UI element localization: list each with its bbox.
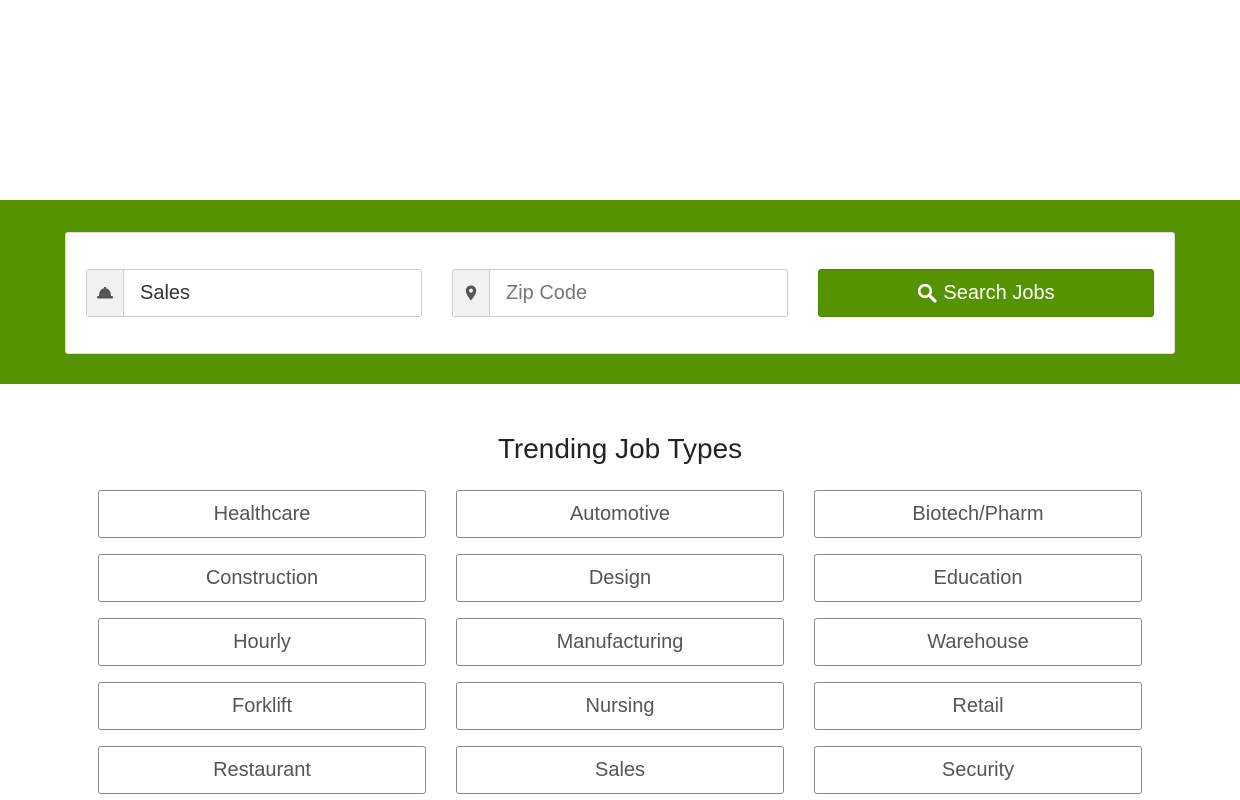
job-type-button[interactable]: Design [456,554,784,602]
job-type-button[interactable]: Forklift [98,682,426,730]
search-jobs-label: Search Jobs [943,281,1055,304]
search-card: Search Jobs [65,232,1175,354]
zip-input-group [452,269,788,317]
job-type-button[interactable]: Nursing [456,682,784,730]
job-type-button[interactable]: Warehouse [814,618,1142,666]
keyword-input-group [86,269,422,317]
keyword-input[interactable] [124,270,421,316]
trending-job-types-heading: Trending Job Types [497,433,743,464]
search-jobs-button[interactable]: Search Jobs [818,269,1154,317]
hero-title: Now [65,173,158,213]
page-top-blank [0,0,1240,200]
job-type-button[interactable]: Biotech/Pharm [814,490,1142,538]
job-type-button[interactable]: Restaurant [98,746,426,794]
hero-title-text: Now [65,173,158,207]
job-type-button[interactable]: Education [814,554,1142,602]
hard-hat-icon [87,270,124,316]
search-hero: Now Sales Zip Code Search Jobs [0,173,1240,384]
job-type-button[interactable]: Sales [456,746,784,794]
job-type-button[interactable]: Construction [98,554,426,602]
job-type-button[interactable]: Security [814,746,1142,794]
job-type-button[interactable]: Retail [814,682,1142,730]
job-type-button[interactable]: Healthcare [98,490,426,538]
zip-code-input[interactable] [490,270,787,316]
map-marker-icon [453,270,490,316]
job-type-button[interactable]: Hourly [98,618,426,666]
job-type-button[interactable]: Manufacturing [456,618,784,666]
search-icon [917,283,938,303]
trending-job-types-grid: Healthcare Automotive Biotech/Pharm Cons… [98,490,1142,794]
job-type-button[interactable]: Automotive [456,490,784,538]
